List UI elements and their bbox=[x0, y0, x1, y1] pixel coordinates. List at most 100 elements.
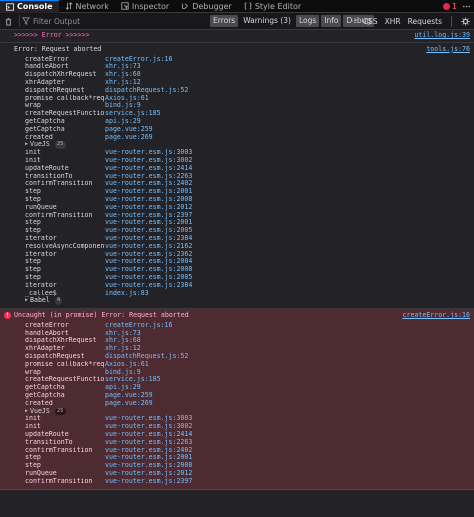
stack-frame: createError createError.js:16 bbox=[14, 55, 470, 64]
filter-requests-button[interactable]: Requests bbox=[408, 17, 442, 26]
frame-function: handleAbort bbox=[25, 63, 69, 71]
more-tabs-icon[interactable] bbox=[462, 2, 471, 11]
tab-style-editor[interactable]: Style Editor bbox=[238, 0, 307, 13]
frame-function: createError bbox=[25, 321, 69, 329]
tab-label: Inspector bbox=[131, 1, 170, 11]
tab-label: Style Editor bbox=[254, 1, 302, 11]
collapsed-frame-group[interactable]: ▶ VueJS 25 bbox=[14, 407, 470, 416]
frame-function: xhrAdapter bbox=[25, 345, 65, 353]
filter-logs-button[interactable]: Logs bbox=[295, 15, 320, 27]
stack-frame: step vue-router.esm.js:2005 bbox=[14, 273, 470, 282]
filter-css-button[interactable]: CSS bbox=[363, 17, 378, 26]
frame-function: getCaptcha bbox=[25, 125, 65, 133]
filter-input[interactable]: Filter Output bbox=[19, 15, 199, 27]
stack-frame: wrap bind.js:9 bbox=[14, 368, 470, 377]
frame-function: iterator bbox=[25, 281, 57, 289]
error-count: 1 bbox=[451, 2, 457, 11]
frame-function: wrap bbox=[25, 102, 41, 110]
tab-debugger[interactable]: Debugger bbox=[175, 0, 238, 13]
frame-function: init bbox=[25, 415, 41, 423]
tab-inspector[interactable]: Inspector bbox=[115, 0, 175, 13]
frame-source-link[interactable]: page.vue:269 bbox=[105, 133, 153, 142]
stack-frame: getCaptcha api.js:29 bbox=[14, 383, 470, 392]
frame-source-link[interactable]: page.vue:269 bbox=[105, 399, 153, 408]
stack-frame: getCaptcha api.js:29 bbox=[14, 117, 470, 126]
style-editor-icon bbox=[244, 2, 252, 10]
stack-frame: step vue-router.esm.js:2001 bbox=[14, 219, 470, 227]
inspector-icon bbox=[121, 2, 129, 10]
trash-icon[interactable] bbox=[4, 17, 13, 26]
frame-function: runQueue bbox=[25, 470, 57, 478]
frame-function: iterator bbox=[25, 250, 57, 258]
stack-frame: step vue-router.esm.js:2004 bbox=[14, 258, 470, 266]
group-count-badge: 25 bbox=[54, 141, 66, 150]
frame-function: updateRoute bbox=[25, 431, 69, 439]
console-icon bbox=[6, 2, 14, 11]
stack-trace: createError createError.js:16 handleAbort x… bbox=[14, 55, 470, 306]
stack-frame: createRequestFunction service.js:185 bbox=[14, 109, 470, 118]
frame-function: getCaptcha bbox=[25, 384, 65, 392]
stack-frame: created page.vue:269 bbox=[14, 133, 470, 142]
frame-function: wrap bbox=[25, 368, 41, 376]
stack-frame: transitionTo vue-router.esm.js:2263 bbox=[14, 172, 470, 181]
stack-frame: dispatchRequest dispatchRequest.js:52 bbox=[14, 86, 470, 95]
frame-function: confirmTransition bbox=[25, 477, 93, 485]
console-message: Error: Request aborted tools.js:76 creat… bbox=[0, 43, 474, 310]
frame-function: dispatchRequest bbox=[25, 353, 85, 361]
frame-function: step bbox=[25, 273, 41, 281]
stack-frame: confirmTransition vue-router.esm.js:2402 bbox=[14, 180, 470, 188]
frame-function: step bbox=[25, 462, 41, 470]
frame-function: created bbox=[25, 399, 53, 407]
stack-frame: transitionTo vue-router.esm.js:2263 bbox=[14, 438, 470, 447]
error-count-badge[interactable]: 1 bbox=[442, 2, 457, 11]
frame-function: confirmTransition bbox=[25, 446, 93, 454]
group-label: VueJS bbox=[30, 140, 50, 149]
frame-function: promise callback*request bbox=[25, 360, 105, 368]
stack-frame: _callee$ index.js:83 bbox=[14, 289, 470, 298]
collapsed-frame-group[interactable]: ▶ VueJS 25 bbox=[14, 140, 470, 150]
error-message-text: Uncaught (in promise) Error: Request abo… bbox=[14, 311, 189, 320]
stack-frame: xhrAdapter xhr.js:12 bbox=[14, 78, 470, 87]
filter-info-button[interactable]: Info bbox=[321, 15, 342, 27]
console-filter-bar: Filter Output Errors Warnings (3) Logs I… bbox=[0, 13, 474, 30]
expand-triangle-icon[interactable]: ▶ bbox=[25, 408, 28, 416]
message-location-link[interactable]: tools.js:76 bbox=[426, 45, 470, 54]
gear-icon[interactable] bbox=[461, 16, 470, 26]
frame-function: init bbox=[25, 156, 41, 164]
frame-function: iterator bbox=[25, 234, 57, 242]
message-location-link[interactable]: createError.js:16 bbox=[403, 311, 471, 320]
frame-function: resolveAsyncComponents bbox=[25, 242, 105, 250]
frame-source-link[interactable]: index.js:83 bbox=[105, 289, 149, 298]
console-error-message: ! Uncaught (in promise) Error: Request a… bbox=[0, 309, 474, 490]
stack-frame: runQueue vue-router.esm.js:2012 bbox=[14, 469, 470, 478]
filter-warnings-button[interactable]: Warnings (3) bbox=[240, 15, 294, 27]
tab-label: Debugger bbox=[192, 1, 232, 11]
stack-frame: wrap bind.js:9 bbox=[14, 102, 470, 110]
message-location-link[interactable]: util.log.js:39 bbox=[414, 31, 470, 40]
stack-frame: step vue-router.esm.js:2008 bbox=[14, 461, 470, 470]
frame-function: step bbox=[25, 195, 41, 203]
frame-function: dispatchXhrRequest bbox=[25, 337, 97, 345]
frame-function: getCaptcha bbox=[25, 392, 65, 400]
filter-xhr-button[interactable]: XHR bbox=[385, 17, 401, 26]
stack-frame: created page.vue:269 bbox=[14, 399, 470, 408]
collapsed-frame-group[interactable]: ▶ Babel 4 bbox=[14, 296, 470, 306]
tab-network[interactable]: Network bbox=[59, 0, 115, 13]
stack-frame: xhrAdapter xhr.js:12 bbox=[14, 344, 470, 353]
frame-function: runQueue bbox=[25, 203, 57, 211]
divider bbox=[352, 15, 354, 27]
expand-triangle-icon[interactable]: ▶ bbox=[25, 297, 28, 305]
frame-function: xhrAdapter bbox=[25, 78, 65, 86]
filter-errors-button[interactable]: Errors bbox=[210, 15, 239, 27]
frame-function: dispatchXhrRequest bbox=[25, 71, 97, 79]
stack-frame: dispatchRequest dispatchRequest.js:52 bbox=[14, 352, 470, 361]
error-icon: ! bbox=[4, 312, 11, 320]
expand-triangle-icon[interactable]: ▶ bbox=[25, 141, 28, 149]
tab-console[interactable]: Console bbox=[0, 0, 59, 13]
devtools-tab-bar: Console Network Inspector Debugger Style… bbox=[0, 0, 474, 13]
stack-frame: step vue-router.esm.js:2001 bbox=[14, 187, 470, 196]
stack-frame: getCaptcha page.vue:259 bbox=[14, 391, 470, 400]
frame-source-link[interactable]: vue-router.esm.js:2397 bbox=[105, 477, 192, 486]
stack-frame: iterator vue-router.esm.js:2384 bbox=[14, 281, 470, 290]
frame-function: step bbox=[25, 454, 41, 462]
